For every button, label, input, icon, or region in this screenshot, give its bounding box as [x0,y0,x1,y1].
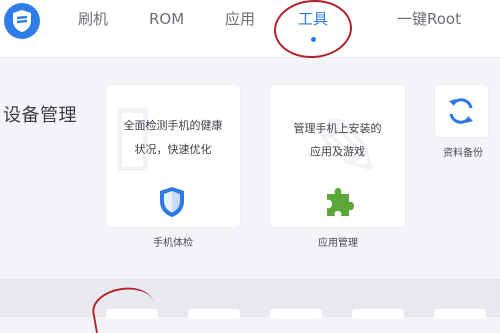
card-label-app-management: 应用管理 [318,238,358,249]
sync-icon [445,95,477,131]
annotation-circle-tools [272,0,354,61]
partial-card[interactable] [188,309,240,319]
card-desc-line2: 状况，快速优化 [134,143,212,156]
tab-one-click-root[interactable]: 一键Root [397,9,461,29]
card-app-management[interactable]: ✎ 管理手机上安装的 应用及游戏 [270,85,405,227]
tab-flash[interactable]: 刷机 [78,9,108,29]
card-label-phone-check: 手机体检 [153,238,193,249]
card-data-backup[interactable] [435,85,488,137]
card-phone-check[interactable]: ▯ 全面检测手机的健康 状况，快速优化 [106,85,240,227]
partial-card[interactable] [270,309,322,319]
section-title-device-management: 设备管理 [3,105,77,126]
tab-rom[interactable]: ROM [149,9,184,29]
puzzle-icon [323,186,355,222]
card-desc-line2: 应用及游戏 [310,145,365,158]
card-desc-line1: 全面检测手机的健康 [123,119,223,132]
tab-apps[interactable]: 应用 [225,9,255,29]
next-section-band [0,279,500,317]
shield-logo-icon [13,10,31,32]
card-label-data-backup: 资料备份 [443,148,483,159]
top-nav-bar: 刷机 ROM 应用 工具 一键Root [0,0,500,61]
shield-icon [158,186,186,222]
partial-card[interactable] [352,309,404,319]
app-logo[interactable] [4,3,40,39]
partial-card[interactable] [434,309,486,319]
